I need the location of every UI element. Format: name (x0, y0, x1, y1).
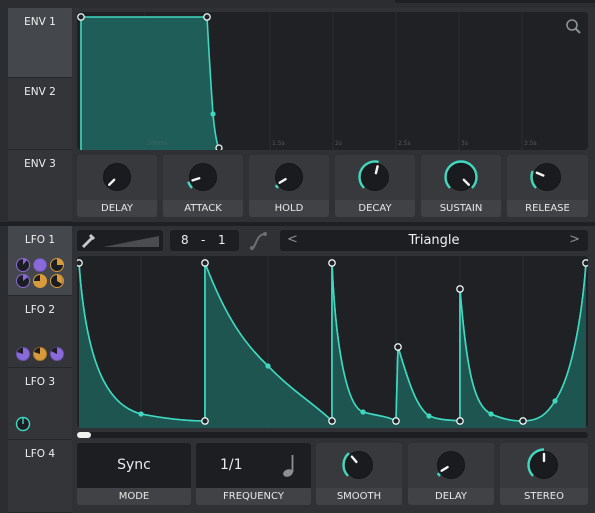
knob-lfo-smooth[interactable]: SMOOTH (316, 443, 402, 505)
envelope-graph[interactable]: 500ms 1.5s 2s 2.5s 3s 3.5s (77, 12, 588, 150)
phase-scrubber-handle[interactable] (77, 432, 91, 438)
mod-indicator-icons (16, 258, 64, 288)
knob-label: ATTACK (163, 200, 243, 217)
knob-label: DECAY (335, 200, 415, 217)
mod-indicator-icon (15, 416, 31, 432)
tab-label: ENV 1 (24, 16, 56, 28)
lfo-graph[interactable] (77, 256, 588, 428)
knob-graphic[interactable] (433, 447, 469, 483)
tab-lfo-3[interactable]: LFO 3 (8, 368, 72, 440)
tab-lfo-4[interactable]: LFO 4 (8, 440, 72, 513)
knob-graphic[interactable] (443, 159, 479, 195)
time-tick: 3.5s (524, 140, 537, 147)
knob-env-release[interactable]: RELEASE (507, 155, 588, 217)
tab-label: ENV 2 (24, 86, 56, 98)
tab-env-3[interactable]: ENV 3 (8, 150, 72, 222)
knob-lfo-delay[interactable]: DELAY (408, 443, 494, 505)
time-tick: 1.5s (272, 140, 285, 147)
knob-label: SMOOTH (316, 488, 402, 505)
knob-graphic[interactable] (529, 159, 565, 195)
tab-lfo-1[interactable]: LFO 1 (8, 226, 72, 296)
grid-y-value[interactable]: 1 (218, 233, 226, 247)
grid-separator: - (201, 233, 206, 247)
knob-env-delay[interactable]: DELAY (77, 155, 157, 217)
tab-label: LFO 1 (24, 234, 56, 246)
knob-graphic[interactable] (341, 447, 377, 483)
knob-label: RELEASE (507, 200, 588, 217)
knob-env-sustain[interactable]: SUSTAIN (421, 155, 501, 217)
mode-value-text: Sync (117, 457, 151, 473)
mode-selector[interactable]: Sync MODE (77, 443, 191, 505)
tab-env-2[interactable]: ENV 2 (8, 78, 72, 150)
frequency-value-text: 1/1 (220, 457, 243, 473)
lfo-shape-name: Triangle (408, 233, 460, 248)
tab-label: ENV 3 (24, 158, 56, 170)
knob-value-arc (436, 472, 441, 477)
knob-graphic[interactable] (99, 159, 135, 195)
paint-brush-selector[interactable] (77, 230, 163, 251)
knob-graphic[interactable] (185, 159, 221, 195)
lfo-curve[interactable] (77, 256, 588, 428)
grid-x-value[interactable]: 8 (181, 233, 189, 247)
knob-graphic[interactable] (271, 159, 307, 195)
tab-lfo-2[interactable]: LFO 2 (8, 296, 72, 368)
knob-dial[interactable] (443, 159, 479, 195)
phase-scrubber-track[interactable] (77, 432, 588, 438)
knob-pointer (374, 165, 379, 175)
tab-env-1[interactable]: ENV 1 (8, 8, 72, 78)
time-tick: 3s (461, 140, 468, 147)
lfo-shape-selector[interactable]: < Triangle > (280, 230, 588, 251)
lfo-1-mod-indicators (15, 256, 67, 290)
knob-dial[interactable] (526, 447, 562, 483)
knob-graphic[interactable] (357, 159, 393, 195)
knob-value-arc (274, 184, 279, 189)
envelope-curve[interactable] (77, 12, 588, 150)
knob-label: STEREO (500, 488, 588, 505)
tab-label: LFO 4 (24, 448, 56, 460)
time-tick: 2s (335, 140, 342, 147)
frequency-selector[interactable]: 1/1 FREQUENCY (196, 443, 311, 505)
next-shape-button[interactable]: > (569, 232, 580, 247)
knob-env-decay[interactable]: DECAY (335, 155, 415, 217)
knob-dial[interactable] (99, 159, 135, 195)
mod-indicator-icons (16, 347, 64, 361)
tab-label: LFO 2 (24, 304, 56, 316)
quarter-note-icon[interactable] (282, 454, 298, 478)
mode-label: MODE (77, 488, 191, 505)
knob-label: DELAY (77, 200, 157, 217)
knob-dial[interactable] (341, 447, 377, 483)
knob-dial[interactable] (529, 159, 565, 195)
top-strip-line (395, 0, 595, 3)
mode-value[interactable]: Sync (77, 443, 191, 488)
time-tick: 500ms (147, 140, 168, 147)
frequency-value[interactable]: 1/1 (196, 443, 311, 488)
time-tick: 2.5s (398, 140, 411, 147)
knob-label: SUSTAIN (421, 200, 501, 217)
knob-env-hold[interactable]: HOLD (249, 155, 329, 217)
tab-label: LFO 3 (24, 376, 56, 388)
knob-graphic[interactable] (526, 447, 562, 483)
knob-dial[interactable] (433, 447, 469, 483)
frequency-label: FREQUENCY (196, 488, 311, 505)
knob-label: HOLD (249, 200, 329, 217)
grid-size-control[interactable]: 8 - 1 (170, 230, 239, 251)
knob-dial[interactable] (357, 159, 393, 195)
pencil-icon[interactable] (77, 230, 163, 251)
curve-icon[interactable] (248, 230, 270, 252)
knob-env-attack[interactable]: ATTACK (163, 155, 243, 217)
knob-lfo-stereo[interactable]: STEREO (500, 443, 588, 505)
search-icon[interactable] (565, 18, 583, 36)
knob-label: DELAY (408, 488, 494, 505)
knob-dial[interactable] (185, 159, 221, 195)
knob-dial[interactable] (271, 159, 307, 195)
